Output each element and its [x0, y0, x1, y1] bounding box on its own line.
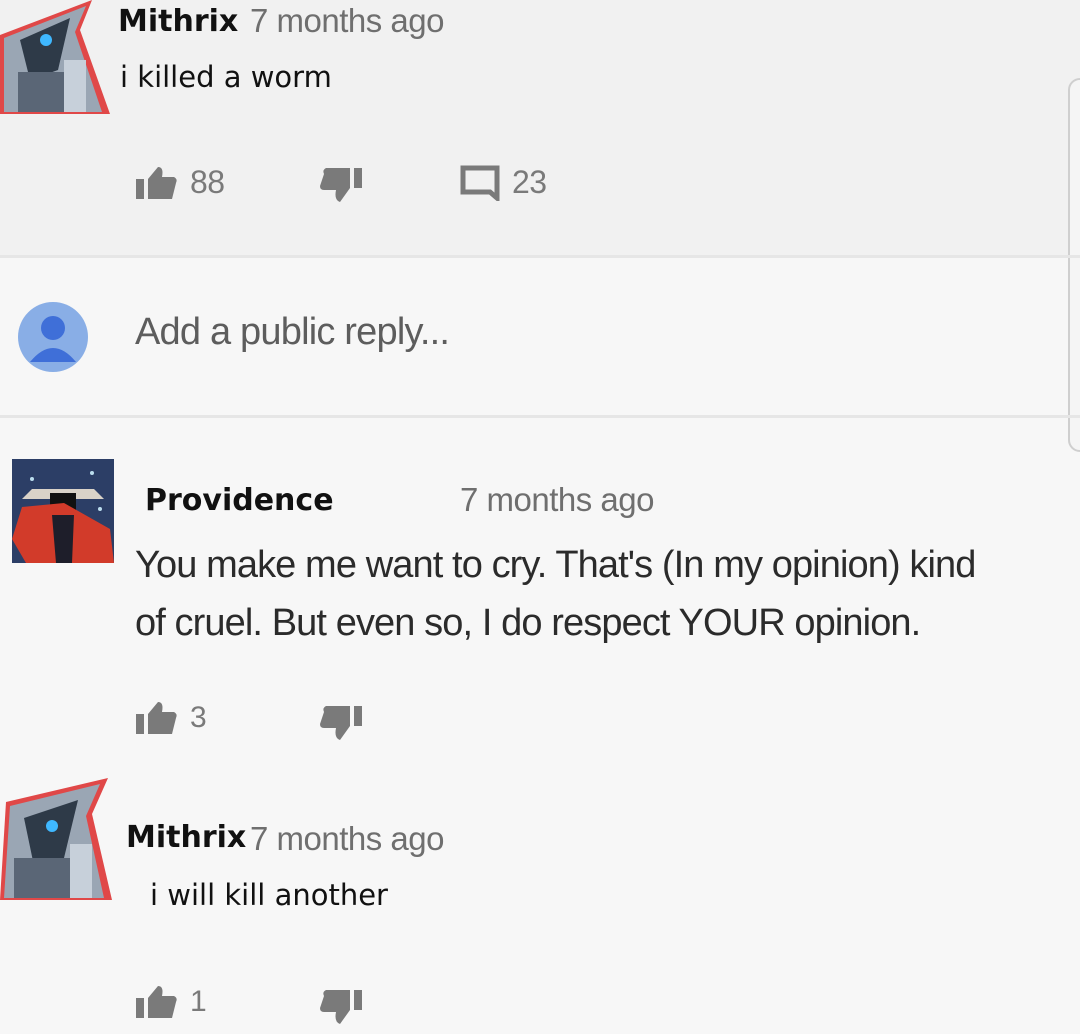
- comment-text: You make me want to cry. That's (In my o…: [135, 544, 976, 586]
- thumbs-down-icon: [320, 704, 364, 742]
- thumbs-down-icon: [320, 166, 364, 204]
- comment-author[interactable]: Providence: [145, 483, 334, 518]
- dislike-button[interactable]: [320, 704, 364, 742]
- comment-text: i killed a worm: [120, 60, 332, 94]
- reply-count: 23: [512, 164, 547, 200]
- comment-timestamp[interactable]: 7 months ago: [250, 2, 444, 40]
- user-avatar: [18, 302, 88, 372]
- dislike-button[interactable]: [320, 166, 364, 204]
- like-button[interactable]: 88: [134, 164, 225, 201]
- like-count: 1: [190, 985, 207, 1018]
- thumbs-up-icon: [134, 165, 178, 201]
- divider: [0, 415, 1080, 418]
- reply-input[interactable]: Add a public reply...: [135, 311, 450, 354]
- comment-author[interactable]: Mithrix: [126, 820, 246, 855]
- divider: [0, 255, 1080, 258]
- avatar[interactable]: [12, 459, 114, 563]
- comment-timestamp[interactable]: 7 months ago: [250, 820, 444, 858]
- scrollbar[interactable]: [1068, 78, 1080, 452]
- comment-text: of cruel. But even so, I do respect YOUR…: [135, 602, 921, 644]
- like-count: 88: [190, 164, 225, 200]
- comment-icon: [460, 165, 500, 201]
- avatar[interactable]: [0, 778, 112, 900]
- like-button[interactable]: 3: [134, 700, 207, 736]
- comment-author[interactable]: Mithrix: [118, 4, 238, 39]
- thumbs-up-icon: [134, 984, 178, 1020]
- thumbs-up-icon: [134, 700, 178, 736]
- comment-text: i will kill another: [150, 878, 388, 912]
- reply-button[interactable]: 23: [460, 164, 547, 201]
- thumbs-down-icon: [320, 988, 364, 1026]
- dislike-button[interactable]: [320, 988, 364, 1026]
- avatar[interactable]: [0, 0, 110, 114]
- like-button[interactable]: 1: [134, 984, 207, 1020]
- like-count: 3: [190, 701, 207, 734]
- comment-timestamp[interactable]: 7 months ago: [460, 481, 654, 519]
- user-silhouette-icon: [18, 316, 88, 372]
